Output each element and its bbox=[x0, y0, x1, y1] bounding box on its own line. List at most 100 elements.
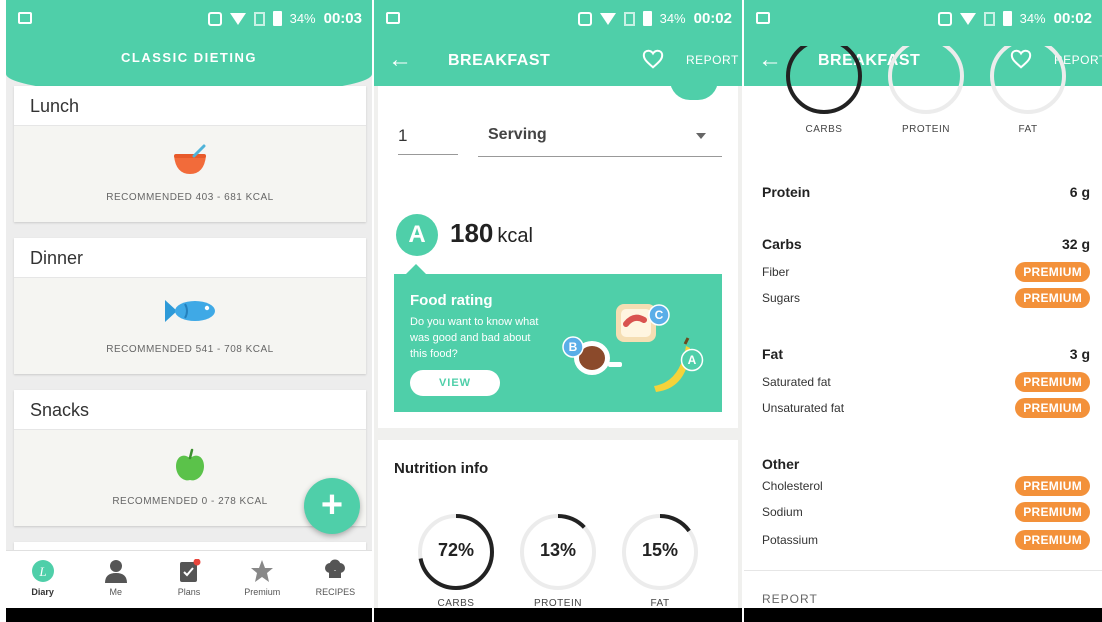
diary-icon: L bbox=[31, 559, 55, 583]
protein-ring: 13% bbox=[518, 512, 598, 592]
carbs-ring: 72% bbox=[416, 512, 496, 592]
apple-icon bbox=[176, 448, 204, 481]
premium-badge[interactable]: PREMIUM bbox=[1015, 530, 1090, 550]
nutrient-label: Cholesterol bbox=[762, 479, 823, 493]
wifi-icon bbox=[229, 12, 246, 25]
recommended-kcal: RECOMMENDED 541 - 708 KCAL bbox=[106, 344, 274, 355]
ring-name: FAT bbox=[1018, 124, 1038, 135]
kcal-value: 180 bbox=[450, 218, 494, 248]
meal-title: Lunch bbox=[14, 86, 366, 126]
nav-label: RECIPES bbox=[315, 587, 356, 597]
meal-title: Dinner bbox=[14, 238, 366, 278]
battery-icon bbox=[642, 11, 652, 26]
ring-name: CARBS bbox=[805, 124, 843, 135]
food-entry-card: 1 Serving A 180 kcal Food rating Do you w… bbox=[378, 86, 738, 428]
diary-screen: 34% 00:03 CLASSIC DIETING Lunch RECOMMEN… bbox=[6, 0, 372, 622]
no-sim-icon bbox=[253, 11, 265, 26]
fish-icon bbox=[165, 300, 215, 322]
nutrient-label: Fat bbox=[762, 346, 783, 362]
meal-card-dinner[interactable]: Dinner RECOMMENDED 541 - 708 KCAL bbox=[14, 238, 366, 374]
premium-badge[interactable]: PREMIUM bbox=[1015, 262, 1090, 282]
nutrient-value: 32 g bbox=[1061, 236, 1090, 252]
sodium-row: Sodium PREMIUM bbox=[762, 502, 1090, 522]
meal-card-lunch[interactable]: Lunch RECOMMENDED 403 - 681 KCAL bbox=[14, 86, 366, 222]
nav-label: Plans bbox=[177, 587, 201, 597]
status-bar: 34% 00:03 bbox=[6, 0, 372, 36]
badge-letter: A bbox=[688, 353, 697, 367]
macro-rings-partial: CARBS PROTEIN FAT bbox=[744, 46, 1102, 142]
nav-item-recipes[interactable]: RECIPES bbox=[299, 551, 372, 608]
fat-row: Fat 3 g bbox=[762, 346, 1090, 362]
other-row: Other bbox=[762, 456, 1090, 472]
premium-badge[interactable]: PREMIUM bbox=[1015, 372, 1090, 392]
cholesterol-row: Cholesterol PREMIUM bbox=[762, 476, 1090, 496]
page-title: BREAKFAST bbox=[448, 52, 551, 69]
report-link[interactable]: REPORT bbox=[762, 592, 818, 606]
back-arrow-icon[interactable]: ← bbox=[758, 46, 782, 74]
nutrition-detail-screen: 34% 00:02 ← BREAKFAST REPORT CARBS PROTE… bbox=[744, 0, 1102, 622]
nav-item-me[interactable]: Me bbox=[79, 551, 152, 608]
app-bar: ← BREAKFAST REPORT bbox=[374, 36, 742, 86]
kcal-unit: kcal bbox=[497, 225, 533, 247]
vibrate-icon bbox=[577, 11, 592, 26]
premium-badge[interactable]: PREMIUM bbox=[1015, 288, 1090, 308]
heart-icon[interactable] bbox=[642, 48, 664, 70]
food-grade-badge: A bbox=[396, 214, 438, 256]
serving-select[interactable]: Serving bbox=[478, 126, 722, 157]
no-sim-icon bbox=[623, 11, 635, 26]
battery-percent: 34% bbox=[1019, 11, 1046, 26]
battery-icon bbox=[1002, 11, 1012, 26]
clock: 00:02 bbox=[1053, 10, 1092, 27]
nav-item-premium[interactable]: Premium bbox=[226, 551, 299, 608]
battery-icon bbox=[272, 11, 282, 26]
chef-hat-icon bbox=[323, 559, 347, 583]
premium-badge[interactable]: PREMIUM bbox=[1015, 398, 1090, 418]
bottom-navigation: L Diary Me Plans Premium RECIPES bbox=[6, 550, 372, 608]
image-notification-icon bbox=[756, 12, 770, 24]
carbs-row: Carbs 32 g bbox=[762, 236, 1090, 252]
report-button[interactable]: REPORT bbox=[686, 53, 739, 67]
add-food-button[interactable]: + bbox=[304, 478, 360, 534]
quantity-input[interactable]: 1 bbox=[398, 126, 458, 155]
nutrient-label: Carbs bbox=[762, 236, 802, 252]
ring-name: PROTEIN bbox=[902, 124, 950, 135]
nutrient-label: Other bbox=[762, 456, 800, 472]
nutrient-label: Fiber bbox=[762, 265, 790, 279]
back-arrow-icon[interactable]: ← bbox=[388, 46, 412, 74]
nutrient-label: Potassium bbox=[762, 533, 819, 547]
image-notification-icon bbox=[386, 12, 400, 24]
fat-ring-partial bbox=[990, 46, 1066, 114]
nutrient-label: Sugars bbox=[762, 291, 801, 305]
nav-item-plans[interactable]: Plans bbox=[152, 551, 225, 608]
ring-percent: 13% bbox=[539, 540, 577, 560]
wifi-icon bbox=[599, 12, 616, 25]
clock: 00:03 bbox=[323, 10, 362, 27]
diet-title: CLASSIC DIETING bbox=[121, 50, 257, 65]
status-bar: 34% 00:02 bbox=[744, 0, 1102, 36]
ring-percent: 15% bbox=[641, 540, 679, 560]
wifi-icon bbox=[959, 12, 976, 25]
sugars-row: Sugars PREMIUM bbox=[762, 288, 1090, 308]
nutrient-label: Saturated fat bbox=[762, 375, 831, 389]
vibrate-icon bbox=[207, 11, 222, 26]
system-bar bbox=[6, 608, 372, 622]
premium-badge[interactable]: PREMIUM bbox=[1015, 476, 1090, 496]
battery-percent: 34% bbox=[289, 11, 316, 26]
fiber-row: Fiber PREMIUM bbox=[762, 262, 1090, 282]
ring-percent: 72% bbox=[437, 540, 475, 560]
status-bar: 34% 00:02 bbox=[374, 0, 742, 36]
nav-label: Me bbox=[109, 587, 123, 597]
kcal-display: 180 kcal bbox=[450, 218, 533, 249]
battery-percent: 34% bbox=[659, 11, 686, 26]
potassium-row: Potassium PREMIUM bbox=[762, 530, 1090, 550]
premium-badge[interactable]: PREMIUM bbox=[1015, 502, 1090, 522]
rating-description: Do you want to know what was good and ba… bbox=[410, 316, 539, 360]
nav-item-diary[interactable]: L Diary bbox=[6, 551, 79, 608]
food-detail-screen: 34% 00:02 ← BREAKFAST REPORT 1 Serving A… bbox=[374, 0, 742, 622]
fat-ring: 15% bbox=[620, 512, 700, 592]
view-button[interactable]: VIEW bbox=[410, 370, 500, 396]
svg-text:L: L bbox=[38, 564, 46, 579]
protein-row: Protein 6 g bbox=[762, 184, 1090, 200]
serving-value: Serving bbox=[488, 126, 547, 143]
image-notification-icon bbox=[18, 12, 32, 24]
